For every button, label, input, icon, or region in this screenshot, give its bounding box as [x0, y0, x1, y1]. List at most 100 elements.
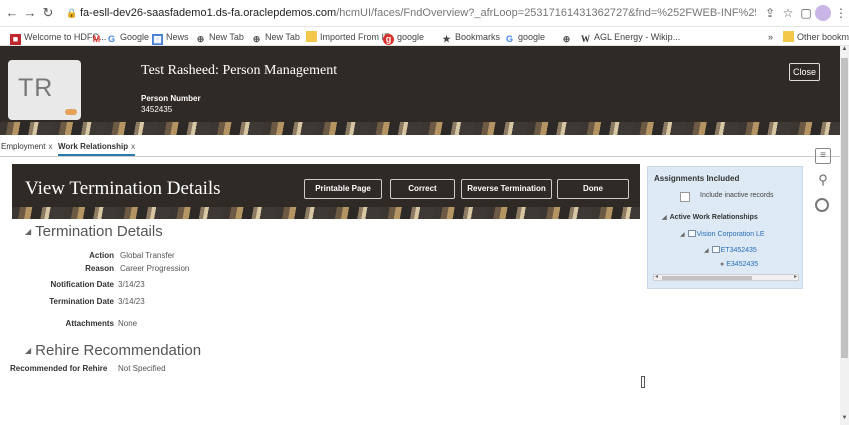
document-icon	[711, 246, 720, 253]
header-decorative-band	[0, 122, 840, 135]
browser-toolbar: ← → ↻ 🔒 fa-esll-dev26-saasfademo1.ds-fa.…	[0, 0, 849, 27]
recommended-for-rehire-value: Not Specified	[118, 364, 166, 373]
bookmark-star-icon[interactable]: ☆	[780, 5, 796, 21]
notification-date-label: Notification Date	[50, 280, 114, 289]
recommended-for-rehire-label: Recommended for Rehire	[10, 364, 108, 373]
globe-icon: ⊕	[252, 34, 261, 44]
view-termination-header: View Termination Details Printable Page …	[12, 164, 640, 219]
help-headset-icon[interactable]	[815, 198, 829, 212]
action-label: Action	[89, 251, 114, 260]
reason-label: Reason	[85, 264, 114, 273]
star-icon: ★	[442, 34, 451, 44]
globe-icon: ⊕	[196, 34, 205, 44]
bookmark-imported-ie[interactable]: Imported From IE	[306, 30, 390, 44]
google-red-icon: g	[383, 34, 394, 45]
page-title: View Termination Details	[25, 178, 221, 199]
scrollbar-thumb[interactable]	[662, 276, 752, 280]
person-header: TR Test Rasheed: Person Management Perso…	[0, 46, 840, 135]
bookmarks-bar: ■ Welcome to HDFC... M G Google ▦ News ⊕ New…	[0, 28, 849, 46]
wikipedia-icon: W	[581, 34, 590, 44]
globe-icon: ⊕	[562, 34, 571, 44]
url-domain: fa-esll-dev26-saasfademo1.ds-fa.oraclepd…	[80, 7, 337, 19]
scroll-up-icon[interactable]: ▲	[840, 46, 849, 56]
news-icon: ▦	[152, 34, 163, 45]
expand-triangle-icon[interactable]: ◢	[680, 232, 685, 238]
bookmark-google[interactable]: G Google	[106, 30, 149, 44]
gmail-icon: M	[92, 34, 101, 44]
collapse-triangle-icon[interactable]: ◢	[25, 227, 31, 236]
close-button[interactable]: Close	[789, 63, 820, 81]
close-tab-icon[interactable]: x	[131, 142, 135, 151]
tab-employment[interactable]: Employment x	[1, 142, 52, 156]
attachments-label: Attachments	[65, 319, 114, 328]
reason-value: Career Progression	[120, 264, 190, 273]
scroll-left-icon[interactable]: ◂	[655, 273, 658, 280]
avatar-initials: TR	[18, 74, 54, 102]
menu-kebab-icon[interactable]: ⋮	[833, 5, 849, 21]
back-icon[interactable]: ←	[4, 5, 20, 21]
attachments-value: None	[118, 319, 138, 328]
tree-legal-employer[interactable]: ◢ Vision Corporation LE	[680, 230, 765, 238]
hdfc-icon: ■	[10, 34, 21, 45]
profile-avatar-icon[interactable]	[815, 5, 831, 21]
bookmark-google-2[interactable]: g google	[383, 30, 424, 45]
page-scrollbar-thumb[interactable]	[841, 58, 848, 358]
close-tab-icon[interactable]: x	[48, 142, 52, 151]
tab-work-relationship[interactable]: Work Relationship x	[58, 142, 136, 156]
page-content: TR Test Rasheed: Person Management Perso…	[0, 46, 840, 425]
rehire-recommendation-heading[interactable]: ◢ Rehire Recommendation	[25, 342, 201, 359]
scroll-down-icon[interactable]: ▼	[840, 415, 849, 425]
collapse-triangle-icon[interactable]: ◢	[25, 346, 31, 355]
forward-icon[interactable]: →	[22, 5, 38, 21]
share-icon[interactable]: ⇪	[762, 5, 778, 21]
search-icon[interactable]: ⚲	[815, 172, 831, 188]
sidebar-toggle-icon[interactable]: ▢	[798, 5, 814, 21]
tasks-panel-icon[interactable]: ≡	[815, 148, 831, 164]
bookmark-gmail[interactable]: M	[91, 30, 105, 44]
bookmarks-overflow[interactable]: »	[768, 30, 773, 44]
action-value: Global Transfer	[120, 251, 175, 260]
include-inactive-checkbox[interactable]	[680, 192, 690, 202]
bookmark-news[interactable]: ▦ News	[152, 30, 189, 45]
page-scrollbar[interactable]: ▲ ▼	[840, 46, 849, 425]
reload-icon[interactable]: ↻	[40, 5, 56, 21]
reverse-termination-button[interactable]: Reverse Termination	[461, 179, 552, 199]
include-inactive-label: Include inactive records	[700, 192, 774, 199]
bookmark-agl-energy[interactable]: W AGL Energy - Wikip...	[580, 30, 680, 44]
expand-triangle-icon[interactable]: ◢	[662, 215, 667, 221]
google-icon: G	[505, 34, 513, 44]
bookmark-other[interactable]: Other bookmarks	[783, 30, 849, 44]
termination-date-label: Termination Date	[49, 297, 114, 306]
title-decorative-band	[12, 207, 640, 219]
tree-work-term[interactable]: ◢ ET3452435	[704, 246, 757, 254]
person-number-value: 3452435	[141, 105, 173, 114]
folder-icon	[783, 31, 794, 42]
folder-icon	[306, 31, 317, 42]
termination-details-heading[interactable]: ◢ Termination Details	[25, 223, 163, 240]
bookmark-google-3[interactable]: Ggoogle	[504, 30, 545, 44]
tree-root[interactable]: ◢ Active Work Relationships	[662, 214, 758, 221]
splitter-handle[interactable]	[641, 376, 645, 388]
done-button[interactable]: Done	[557, 179, 629, 199]
tree-assignment[interactable]: ● E3452435	[720, 261, 758, 268]
avatar-badge-icon	[65, 109, 77, 115]
assignments-panel: Assignments Included Include inactive re…	[647, 166, 803, 289]
url-path: /hcmUI/faces/FndOverview?_afrLoop=253171…	[336, 7, 756, 19]
bookmark-globe[interactable]: ⊕	[561, 30, 575, 44]
printable-page-button[interactable]: Printable Page	[304, 179, 382, 199]
avatar: TR	[8, 60, 81, 120]
bookmark-new-tab-1[interactable]: ⊕ New Tab	[195, 30, 244, 44]
lock-icon: 🔒	[66, 8, 78, 18]
bookmark-new-tab-2[interactable]: ⊕ New Tab	[251, 30, 300, 44]
correct-button[interactable]: Correct	[390, 179, 455, 199]
person-icon: ●	[720, 261, 725, 268]
expand-triangle-icon[interactable]: ◢	[704, 248, 709, 254]
panel-horizontal-scrollbar[interactable]: ◂ ▸	[653, 274, 799, 281]
bookmark-bookmarks[interactable]: ★ Bookmarks	[441, 30, 500, 44]
notification-date-value: 3/14/23	[118, 280, 145, 289]
address-bar[interactable]: 🔒 fa-esll-dev26-saasfademo1.ds-fa.oracle…	[64, 4, 756, 23]
scroll-right-icon[interactable]: ▸	[794, 273, 797, 280]
termination-date-value: 3/14/23	[118, 297, 145, 306]
page-header-title: Test Rasheed: Person Management	[141, 63, 338, 78]
assignments-title: Assignments Included	[654, 174, 740, 183]
